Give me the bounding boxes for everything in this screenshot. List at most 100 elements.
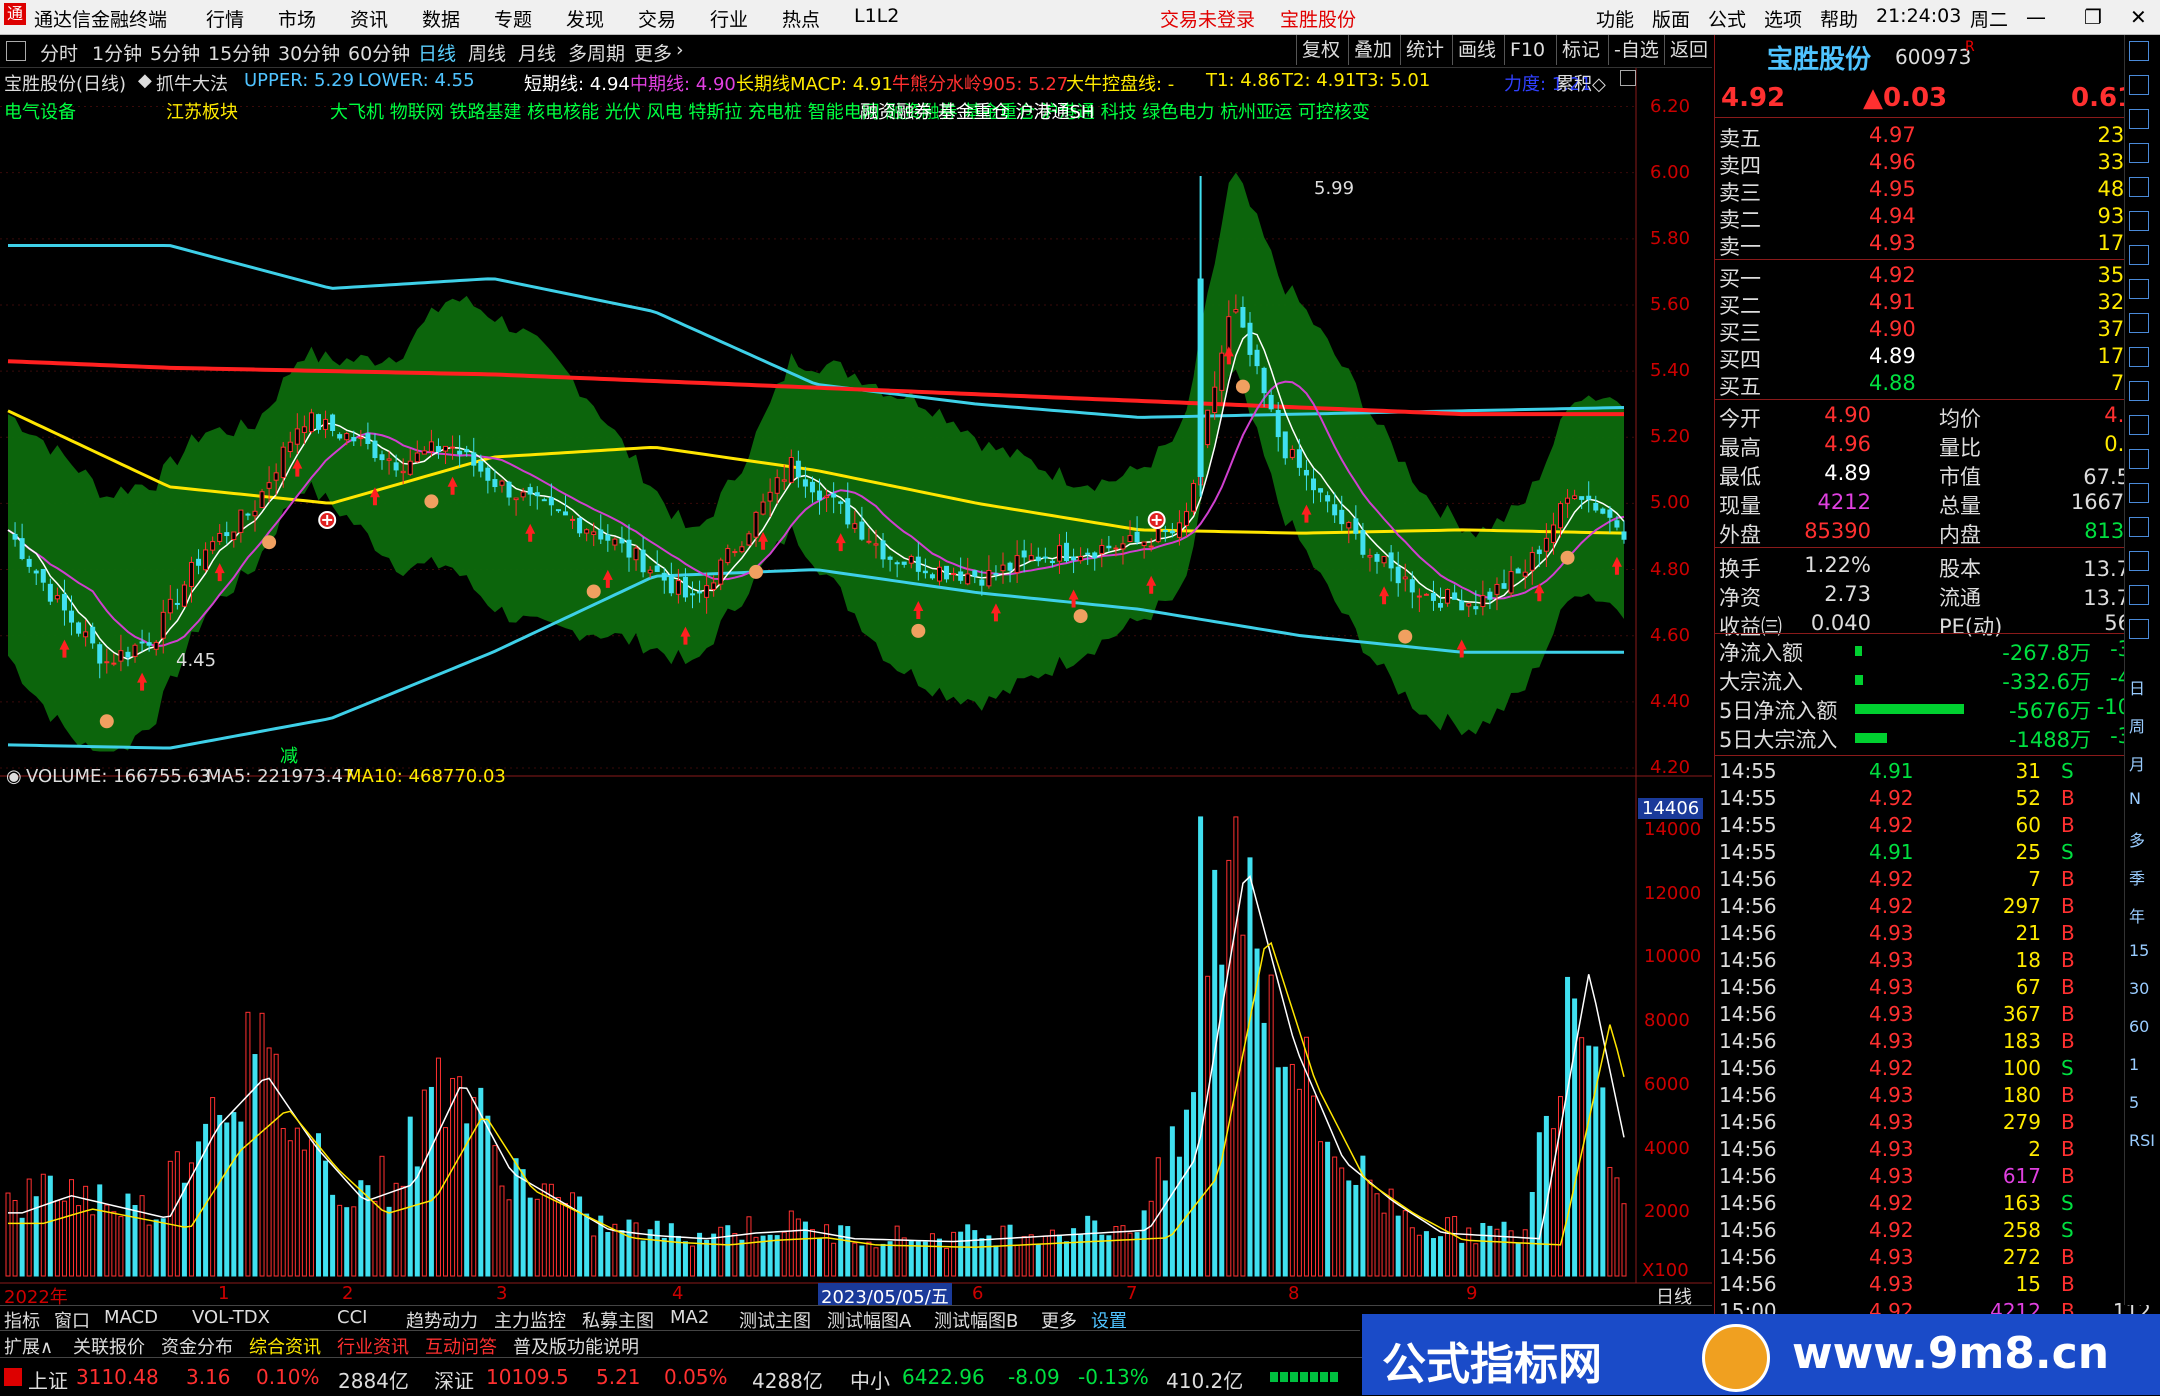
button-huaxian[interactable]: 画线 — [1452, 35, 1501, 65]
menu-zhuanti[interactable]: 专题 — [494, 5, 532, 32]
volume-collapse-icon[interactable]: ◉ — [6, 766, 22, 787]
ext-tab-0[interactable]: 扩展∧ — [4, 1333, 53, 1359]
tool-icon[interactable] — [2129, 177, 2149, 197]
ext-tab-3[interactable]: 综合资讯 — [249, 1333, 321, 1359]
menu-shichang[interactable]: 市场 — [278, 5, 316, 32]
sidebar-period-7[interactable]: 15 — [2129, 941, 2149, 960]
maximize-icon[interactable]: ❐ — [2084, 5, 2102, 29]
minimize-icon[interactable]: — — [2026, 5, 2046, 29]
period-fenshi[interactable]: 分时 — [40, 39, 78, 66]
tool-icon[interactable] — [2129, 347, 2149, 367]
tool-icon[interactable] — [2129, 551, 2149, 571]
period-1min[interactable]: 1分钟 — [92, 39, 142, 66]
sidebar-period-0[interactable]: 日 — [2129, 675, 2145, 699]
zx-label[interactable]: 中小 — [850, 1365, 890, 1394]
sidebar-period-10[interactable]: 1 — [2129, 1055, 2139, 1074]
close-icon[interactable]: ✕ — [2130, 5, 2147, 29]
period-weekly[interactable]: 周线 — [468, 39, 506, 66]
button-f10[interactable]: F10 — [1504, 35, 1550, 65]
tool-icon[interactable] — [2129, 619, 2149, 639]
chevron-right-icon[interactable]: › — [676, 39, 684, 61]
chevron-down-icon[interactable]: ◆ — [138, 70, 152, 91]
menu-jiaoyi[interactable]: 交易 — [638, 5, 676, 32]
tool-icon[interactable] — [2129, 483, 2149, 503]
period-monthly[interactable]: 月线 — [518, 39, 556, 66]
sidebar-period-1[interactable]: 周 — [2129, 713, 2145, 737]
button-fuquan[interactable]: 复权 — [1296, 35, 1345, 65]
sidebar-period-9[interactable]: 60 — [2129, 1017, 2149, 1036]
tool-icon[interactable] — [2129, 75, 2149, 95]
sidebar-period-6[interactable]: 年 — [2129, 903, 2145, 927]
menu-xuanxiang[interactable]: 选项 — [1764, 5, 1802, 32]
tab-4[interactable]: CCI — [337, 1307, 367, 1328]
sidebar-period-8[interactable]: 30 — [2129, 979, 2149, 998]
volume-bar — [1021, 1236, 1027, 1277]
sidebar-period-11[interactable]: 5 — [2129, 1093, 2139, 1112]
accum-label[interactable]: 累积◇ — [1556, 70, 1606, 96]
tool-icon[interactable] — [2129, 381, 2149, 401]
period-60min[interactable]: 60分钟 — [348, 39, 410, 66]
toggle-icon[interactable] — [6, 41, 26, 61]
candle-body — [739, 546, 745, 553]
tool-icon[interactable] — [2129, 245, 2149, 265]
sidebar-period-5[interactable]: 季 — [2129, 865, 2145, 889]
tool-icon[interactable] — [2129, 313, 2149, 333]
menu-redian[interactable]: 热点 — [782, 5, 820, 32]
menu-zixun[interactable]: 资讯 — [350, 5, 388, 32]
tool-icon[interactable] — [2129, 279, 2149, 299]
button-zixuan[interactable]: -自选 — [1608, 35, 1664, 65]
menu-bangzhu[interactable]: 帮助 — [1820, 5, 1858, 32]
ext-tab-4[interactable]: 行业资讯 — [337, 1333, 409, 1359]
sidebar-period-12[interactable]: RSI — [2129, 1131, 2155, 1150]
period-more[interactable]: 更多 — [634, 39, 672, 66]
candle-body — [746, 533, 752, 546]
menu-l1l2[interactable]: L1L2 — [854, 5, 899, 27]
ext-tab-1[interactable]: 关联报价 — [73, 1333, 145, 1359]
tool-icon[interactable] — [2129, 585, 2149, 605]
menu-faxian[interactable]: 发现 — [566, 5, 604, 32]
volume-bar — [301, 1149, 307, 1277]
period-toolbar: 分时 1分钟 5分钟 15分钟 30分钟 60分钟 日线 周线 月线 多周期 更… — [0, 35, 1712, 68]
tool-icon[interactable] — [2129, 449, 2149, 469]
menu-hangqing[interactable]: 行情 — [206, 5, 244, 32]
menu-shuju[interactable]: 数据 — [422, 5, 460, 32]
tab-2[interactable]: MACD — [104, 1307, 158, 1328]
tool-icon[interactable] — [2129, 211, 2149, 231]
login-status[interactable]: 交易未登录 — [1160, 5, 1255, 32]
period-30min[interactable]: 30分钟 — [278, 39, 340, 66]
menu-gongshi[interactable]: 公式 — [1708, 5, 1746, 32]
sidebar-period-2[interactable]: 月 — [2129, 751, 2145, 775]
menu-gongneng[interactable]: 功能 — [1596, 5, 1634, 32]
sector-electrical[interactable]: 电气设备 — [4, 98, 76, 124]
kline-chart[interactable] — [0, 68, 1712, 1305]
expand-icon[interactable] — [1620, 70, 1636, 86]
button-tongji[interactable]: 统计 — [1400, 35, 1449, 65]
sidebar-period-3[interactable]: N — [2129, 789, 2141, 808]
concept-tags[interactable]: 大飞机 物联网 铁路基建 核电核能 光伏 风电 特斯拉 充电桩 智能电网 融资融… — [330, 98, 1370, 124]
tool-icon[interactable] — [2129, 143, 2149, 163]
period-daily[interactable]: 日线 — [418, 39, 456, 66]
sector-jiangsu[interactable]: 江苏板块 — [166, 98, 238, 124]
indicator-name[interactable]: 抓牛大法 — [156, 70, 228, 96]
tick-time: 14:55 — [1719, 813, 1777, 837]
ext-tab-6[interactable]: 普及版功能说明 — [513, 1333, 639, 1359]
ext-tab-2[interactable]: 资金分布 — [161, 1333, 233, 1359]
tab-3[interactable]: VOL-TDX — [192, 1307, 270, 1328]
tab-8[interactable]: MA2 — [670, 1307, 709, 1328]
sz-label[interactable]: 深证 — [434, 1365, 474, 1394]
period-multi[interactable]: 多周期 — [568, 39, 625, 66]
tool-icon[interactable] — [2129, 41, 2149, 61]
tool-icon[interactable] — [2129, 109, 2149, 129]
period-15min[interactable]: 15分钟 — [208, 39, 270, 66]
tool-icon[interactable] — [2129, 415, 2149, 435]
menu-banmian[interactable]: 版面 — [1652, 5, 1690, 32]
sh-label[interactable]: 上证 — [28, 1365, 68, 1394]
period-5min[interactable]: 5分钟 — [150, 39, 200, 66]
tool-icon[interactable] — [2129, 517, 2149, 537]
button-fanhui[interactable]: 返回 — [1664, 35, 1713, 65]
ext-tab-5[interactable]: 互动问答 — [425, 1333, 497, 1359]
menu-hangye[interactable]: 行业 — [710, 5, 748, 32]
sidebar-period-4[interactable]: 多 — [2129, 827, 2145, 851]
button-diejia[interactable]: 叠加 — [1348, 35, 1397, 65]
button-biaoji[interactable]: 标记 — [1556, 35, 1605, 65]
